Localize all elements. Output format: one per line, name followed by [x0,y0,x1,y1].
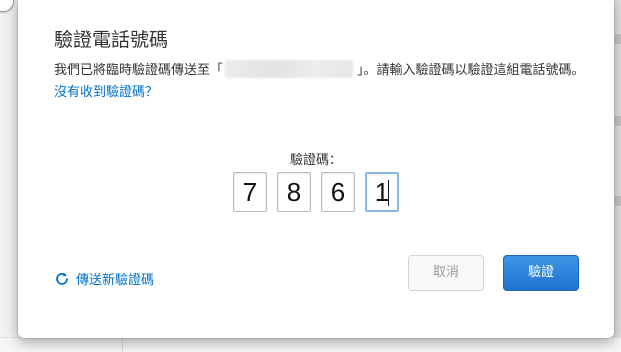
background-footer [0,337,621,352]
background-scroll-strip [613,0,621,352]
resend-code-link[interactable]: 傳送新驗證碼 [54,269,154,288]
description-text-end: 」。請輸入驗證碼以驗證這組電話號碼。 [357,63,585,78]
code-digit-2[interactable]: 8 [277,172,311,212]
dialog-description: 我們已將臨時驗證碼傳送至「 」。請輸入驗證碼以驗證這組電話號碼。 沒有收到驗證碼？ [54,60,594,104]
masked-phone-number [225,60,354,78]
cancel-button[interactable]: 取消 [408,255,484,291]
verify-button[interactable]: 驗證 [503,255,579,291]
refresh-icon [56,272,68,285]
description-text-start: 我們已將臨時驗證碼傳送至「 [54,63,224,78]
no-code-link[interactable]: 沒有收到驗證碼？ [54,85,158,100]
background-fragment [615,196,621,206]
code-digit-4[interactable]: 1 [365,172,399,212]
code-input-group: 7 8 6 1 [18,172,614,212]
code-digit-3[interactable]: 6 [321,172,355,212]
code-label: 驗證碼： [289,153,342,168]
text-caret [388,180,389,206]
background-fragment [615,116,621,126]
resend-link-label: 傳送新驗證碼 [76,273,155,288]
background-fragment [615,34,621,44]
dialog-title: 驗證電話號碼 [54,29,169,51]
code-digit-1[interactable]: 7 [233,172,267,212]
background-footer-divider [122,338,123,352]
verify-phone-dialog: 驗證電話號碼 我們已將臨時驗證碼傳送至「 」。請輸入驗證碼以驗證這組電話號碼。 沒… [18,0,614,338]
